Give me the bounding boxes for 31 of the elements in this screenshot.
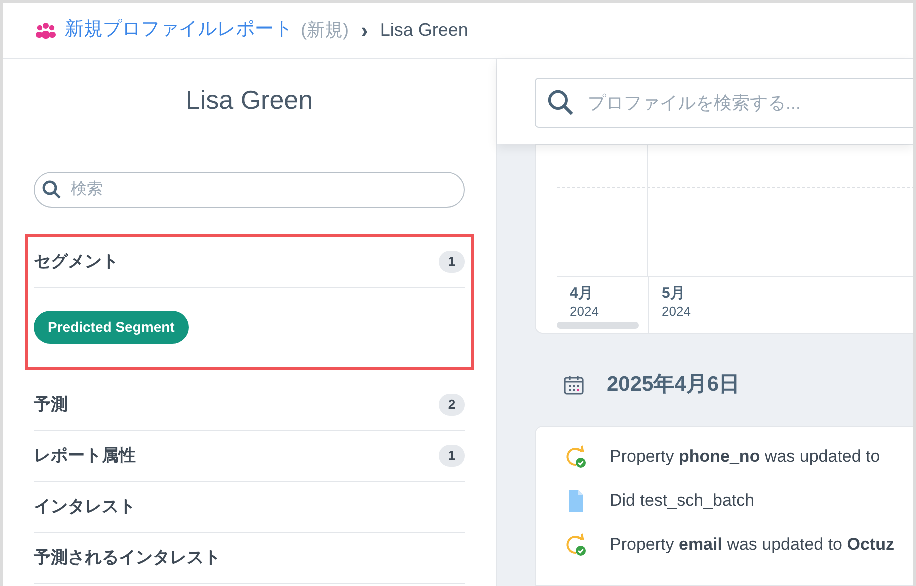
event-text: Did test_sch_batch [610, 490, 755, 512]
scrollbar-thumb[interactable] [557, 322, 639, 329]
breadcrumb-current: Lisa Green [380, 19, 468, 42]
calendar-icon [563, 374, 585, 396]
profile-search-field[interactable]: プロファイルを検索する... [535, 78, 913, 128]
year-label: 2024 [662, 304, 692, 320]
refresh-check-icon [564, 445, 588, 469]
breadcrumb-separator: › [361, 17, 368, 45]
breadcrumb-note: (新規) [301, 19, 349, 42]
event-text: Property phone_no was updated to [610, 446, 880, 468]
section-header[interactable]: 予測 2 [34, 380, 465, 431]
breadcrumb-link[interactable]: 新規プロファイルレポート [65, 16, 293, 45]
day-heading: 2025年4月6日 [607, 372, 740, 398]
section-header[interactable]: 予測されるインタレスト [34, 533, 465, 584]
segment-tag: Predicted Segment [34, 311, 189, 344]
year-label: 2024 [570, 304, 600, 320]
section-header[interactable]: インタレスト [34, 482, 465, 533]
search-icon [547, 89, 575, 117]
month-label: 4月 [570, 285, 594, 304]
event-text: Property email was updated to Octuz [610, 534, 894, 556]
search-field[interactable]: 検索 [34, 172, 465, 208]
section-header[interactable]: セグメント 1 [34, 237, 465, 288]
people-icon [35, 22, 57, 40]
search-icon [42, 180, 62, 200]
profile-name: Lisa Green [184, 84, 314, 117]
count-badge: 2 [439, 394, 465, 416]
count-badge: 1 [439, 445, 465, 467]
section-header[interactable]: レポート属性 1 [34, 431, 465, 482]
month-label: 5月 [662, 285, 686, 304]
refresh-check-icon [564, 533, 588, 557]
count-badge: 1 [439, 251, 465, 273]
